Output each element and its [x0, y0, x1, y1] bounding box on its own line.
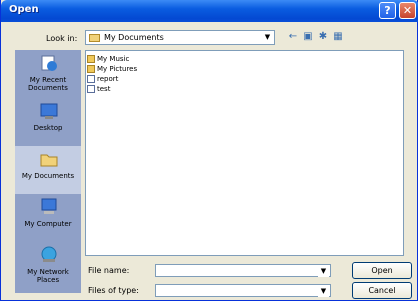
- new-folder-icon[interactable]: ✱: [317, 31, 329, 43]
- up-folder-icon[interactable]: ▣: [302, 31, 314, 43]
- file-name: test: [97, 85, 111, 93]
- file-list[interactable]: My Music My Pictures report test: [85, 50, 404, 256]
- place-my-documents[interactable]: My Documents: [15, 146, 81, 194]
- my-documents-icon: [40, 154, 58, 167]
- my-documents-folder-icon: [89, 34, 100, 42]
- my-computer-icon: [41, 198, 57, 214]
- recent-documents-icon: [41, 55, 57, 71]
- file-name: My Pictures: [97, 65, 138, 73]
- folder-icon: [87, 55, 95, 63]
- lookin-label: Look in:: [46, 34, 78, 43]
- place-label: Desktop: [33, 124, 63, 132]
- chevron-down-icon[interactable]: ▼: [262, 32, 273, 43]
- file-name: report: [97, 75, 119, 83]
- place-label: My Network Places: [27, 268, 69, 284]
- lookin-dropdown[interactable]: My Documents ▼: [85, 30, 275, 45]
- network-places-icon: [41, 246, 57, 262]
- document-icon: [87, 85, 95, 93]
- open-dialog: Open ? ✕ Look in: My Documents ▼ ← ▣ ✱ ▦…: [0, 0, 418, 301]
- close-button[interactable]: ✕: [399, 2, 416, 19]
- file-name-label: File name:: [88, 266, 130, 275]
- file-type-dropdown[interactable]: ▼: [155, 284, 331, 297]
- help-button[interactable]: ?: [379, 2, 396, 19]
- place-label: My Documents: [21, 172, 75, 180]
- places-bar: My Recent Documents Desktop My Documents…: [15, 50, 81, 293]
- place-my-network-places[interactable]: My Network Places: [15, 242, 81, 290]
- cancel-button[interactable]: Cancel: [352, 282, 412, 299]
- file-type-label: Files of type:: [88, 286, 139, 295]
- file-name: My Music: [97, 55, 130, 63]
- views-menu-icon[interactable]: ▦: [332, 31, 344, 43]
- place-desktop[interactable]: Desktop: [15, 98, 81, 146]
- folder-icon: [87, 65, 95, 73]
- file-name-input[interactable]: ▼: [155, 264, 331, 277]
- window-title: Open: [9, 4, 39, 15]
- place-label: My Computer: [24, 220, 72, 228]
- place-my-computer[interactable]: My Computer: [15, 194, 81, 242]
- place-label: My Recent Documents: [28, 76, 68, 92]
- title-bar[interactable]: Open ? ✕: [1, 0, 418, 22]
- chevron-down-icon[interactable]: ▼: [318, 286, 329, 297]
- back-icon[interactable]: ←: [287, 31, 299, 43]
- lookin-value: My Documents: [104, 33, 164, 42]
- desktop-icon: [40, 103, 58, 119]
- open-button[interactable]: Open: [352, 262, 412, 279]
- place-my-recent-documents[interactable]: My Recent Documents: [15, 50, 81, 98]
- document-icon: [87, 75, 95, 83]
- chevron-down-icon[interactable]: ▼: [318, 266, 329, 277]
